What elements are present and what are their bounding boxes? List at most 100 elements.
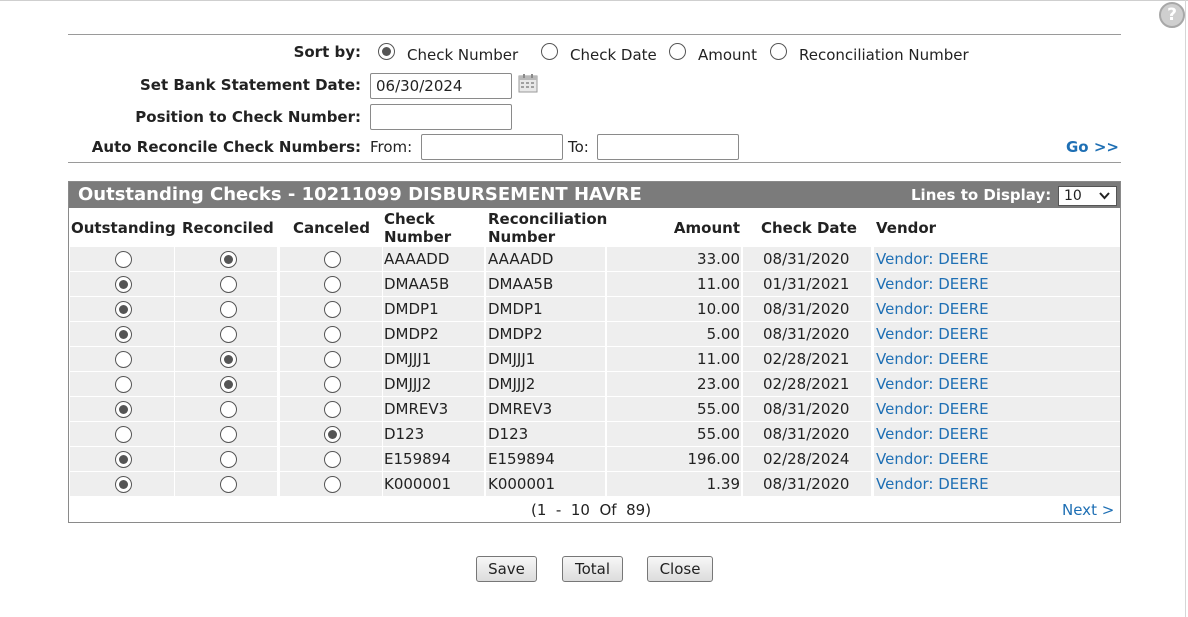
reconciliation-number-cell: DMJJJ1 bbox=[488, 350, 536, 368]
row-radio-reconciled[interactable] bbox=[220, 376, 237, 393]
amount-cell: 196.00 bbox=[687, 450, 741, 468]
row-radio-outstanding[interactable] bbox=[115, 401, 132, 418]
vendor-link[interactable]: Vendor: DEERE bbox=[876, 247, 989, 271]
sort-radio-reconciliation-number[interactable] bbox=[770, 43, 787, 60]
row-radio-reconciled[interactable] bbox=[220, 351, 237, 368]
vendor-link[interactable]: Vendor: DEERE bbox=[876, 297, 989, 321]
table-row: DMAA5B DMAA5B 11.00 01/31/2021 Vendor: DEERE bbox=[69, 272, 1120, 296]
row-radio-canceled[interactable] bbox=[324, 301, 341, 318]
row-radio-outstanding[interactable] bbox=[115, 351, 132, 368]
total-button[interactable]: Total bbox=[562, 556, 623, 582]
vendor-link[interactable]: Vendor: DEERE bbox=[876, 347, 989, 371]
row-radio-canceled[interactable] bbox=[324, 276, 341, 293]
position-check-number-input[interactable] bbox=[370, 104, 512, 130]
amount-cell: 55.00 bbox=[697, 425, 740, 443]
vendor-link[interactable]: Vendor: DEERE bbox=[876, 272, 989, 296]
row-radio-outstanding[interactable] bbox=[115, 276, 132, 293]
vendor-link[interactable]: Vendor: DEERE bbox=[876, 372, 989, 396]
col-check-number-line1: Check bbox=[384, 210, 435, 228]
to-label: To: bbox=[568, 138, 589, 156]
col-check-number: Check Number bbox=[384, 210, 451, 246]
row-radio-outstanding[interactable] bbox=[115, 476, 132, 493]
lines-to-display-select[interactable]: 10 bbox=[1058, 186, 1117, 206]
lines-to-display-label: Lines to Display: bbox=[911, 186, 1052, 204]
table-row: AAAADD AAAADD 33.00 08/31/2020 Vendor: DEERE bbox=[69, 247, 1120, 271]
check-date-cell: 02/28/2024 bbox=[763, 450, 850, 468]
col-outstanding: Outstanding bbox=[71, 219, 176, 237]
check-number-cell: D123 bbox=[384, 425, 425, 443]
row-radio-canceled[interactable] bbox=[324, 376, 341, 393]
vendor-link[interactable]: Vendor: DEERE bbox=[876, 447, 989, 471]
col-reconciled: Reconciled bbox=[182, 219, 274, 237]
sort-by-label: Sort by: bbox=[293, 43, 361, 61]
table-row: K000001 K000001 1.39 08/31/2020 Vendor: DEER… bbox=[69, 472, 1120, 496]
row-radio-canceled[interactable] bbox=[324, 451, 341, 468]
auto-reconcile-label: Auto Reconcile Check Numbers: bbox=[91, 138, 361, 156]
row-radio-reconciled[interactable] bbox=[220, 326, 237, 343]
table-row: DMDP1 DMDP1 10.00 08/31/2020 Vendor: DEERE bbox=[69, 297, 1120, 321]
sort-radio-check-number[interactable] bbox=[378, 43, 395, 60]
row-radio-outstanding[interactable] bbox=[115, 251, 132, 268]
form-divider bbox=[68, 162, 1121, 163]
amount-cell: 33.00 bbox=[697, 250, 740, 268]
col-check-date: Check Date bbox=[761, 219, 857, 237]
vendor-link[interactable]: Vendor: DEERE bbox=[876, 422, 989, 446]
row-radio-canceled[interactable] bbox=[324, 426, 341, 443]
save-button[interactable]: Save bbox=[476, 556, 537, 582]
table-row: DMDP2 DMDP2 5.00 08/31/2020 Vendor: DEERE bbox=[69, 322, 1120, 346]
lines-to-display-value: 10 bbox=[1064, 188, 1082, 204]
row-radio-outstanding[interactable] bbox=[115, 326, 132, 343]
row-radio-reconciled[interactable] bbox=[220, 276, 237, 293]
sort-option-reconciliation-number: Reconciliation Number bbox=[799, 46, 969, 64]
go-link[interactable]: Go >> bbox=[1066, 138, 1119, 156]
bank-statement-date-input[interactable] bbox=[370, 73, 512, 99]
next-page-link[interactable]: Next > bbox=[1062, 501, 1114, 519]
col-amount: Amount bbox=[673, 219, 740, 237]
row-radio-outstanding[interactable] bbox=[115, 376, 132, 393]
col-canceled: Canceled bbox=[293, 219, 370, 237]
reconciliation-number-cell: DMDP2 bbox=[488, 325, 543, 343]
auto-reconcile-from-input[interactable] bbox=[421, 134, 563, 160]
table-row: DMREV3 DMREV3 55.00 08/31/2020 Vendor: DEERE bbox=[69, 397, 1120, 421]
row-radio-reconciled[interactable] bbox=[220, 401, 237, 418]
col-vendor: Vendor bbox=[876, 219, 937, 237]
chevron-down-icon bbox=[1099, 192, 1110, 200]
row-radio-reconciled[interactable] bbox=[220, 251, 237, 268]
row-radio-outstanding[interactable] bbox=[115, 301, 132, 318]
check-date-cell: 08/31/2020 bbox=[763, 400, 850, 418]
row-radio-canceled[interactable] bbox=[324, 351, 341, 368]
reconciliation-number-cell: DMDP1 bbox=[488, 300, 543, 318]
row-radio-reconciled[interactable] bbox=[220, 451, 237, 468]
row-radio-outstanding[interactable] bbox=[115, 426, 132, 443]
help-icon[interactable]: ? bbox=[1159, 2, 1185, 28]
amount-cell: 1.39 bbox=[706, 475, 740, 493]
row-radio-reconciled[interactable] bbox=[220, 301, 237, 318]
check-date-cell: 08/31/2020 bbox=[763, 325, 850, 343]
check-date-cell: 01/31/2021 bbox=[763, 275, 850, 293]
row-radio-canceled[interactable] bbox=[324, 476, 341, 493]
auto-reconcile-to-input[interactable] bbox=[597, 134, 739, 160]
table-row: E159894 E159894 196.00 02/28/2024 Vendor: DE… bbox=[69, 447, 1120, 471]
window-top-border bbox=[0, 0, 1188, 1]
sort-radio-amount[interactable] bbox=[669, 43, 686, 60]
row-radio-reconciled[interactable] bbox=[220, 476, 237, 493]
check-date-cell: 08/31/2020 bbox=[763, 475, 850, 493]
table-row: DMJJJ2 DMJJJ2 23.00 02/28/2021 Vendor: DEERE bbox=[69, 372, 1120, 396]
calendar-icon[interactable] bbox=[518, 73, 538, 93]
reconciliation-number-cell: AAAADD bbox=[488, 250, 554, 268]
row-radio-outstanding[interactable] bbox=[115, 451, 132, 468]
row-radio-canceled[interactable] bbox=[324, 326, 341, 343]
col-recon-number-line2: Number bbox=[488, 228, 556, 246]
vendor-link[interactable]: Vendor: DEERE bbox=[876, 322, 989, 346]
check-date-cell: 08/31/2020 bbox=[763, 250, 850, 268]
row-radio-canceled[interactable] bbox=[324, 401, 341, 418]
amount-cell: 55.00 bbox=[697, 400, 740, 418]
row-radio-canceled[interactable] bbox=[324, 251, 341, 268]
check-number-cell: DMJJJ1 bbox=[384, 350, 432, 368]
sort-radio-check-date[interactable] bbox=[541, 43, 558, 60]
close-button[interactable]: Close bbox=[647, 556, 713, 582]
amount-cell: 10.00 bbox=[697, 300, 740, 318]
vendor-link[interactable]: Vendor: DEERE bbox=[876, 472, 989, 496]
vendor-link[interactable]: Vendor: DEERE bbox=[876, 397, 989, 421]
row-radio-reconciled[interactable] bbox=[220, 426, 237, 443]
